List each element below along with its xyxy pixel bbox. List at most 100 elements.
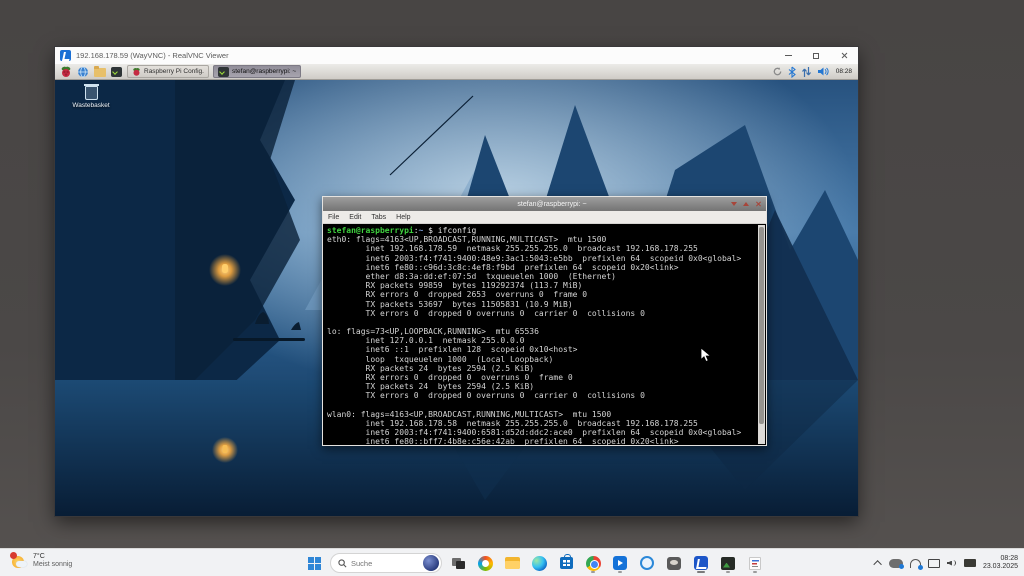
- realvnc-button[interactable]: [690, 552, 712, 574]
- terminal-scrollbar[interactable]: [758, 225, 765, 444]
- clock-date: 23.03.2025: [983, 563, 1018, 571]
- volume-icon[interactable]: [817, 66, 829, 77]
- edge-icon: [532, 556, 547, 571]
- bluetooth-icon[interactable]: [788, 66, 796, 78]
- blue-circle-app-icon: [640, 556, 654, 570]
- terminal-output-line: inet6 fe80::bff7:4b8e:c56e:42ab prefixle…: [327, 437, 756, 445]
- task-view-icon: [452, 558, 465, 569]
- file-manager-icon[interactable]: [93, 65, 106, 78]
- task-view-button[interactable]: [447, 552, 469, 574]
- gimp-icon: [667, 557, 681, 570]
- search-box[interactable]: [330, 553, 442, 573]
- display-icon[interactable]: [928, 559, 940, 568]
- prompt-command: $ ifconfig: [423, 226, 476, 235]
- terminal-prompt-line: stefan@raspberrypi:~ $ ifconfig: [327, 226, 756, 235]
- taskbar-task-terminal[interactable]: stefan@raspberrypi: ~: [213, 65, 301, 78]
- file-explorer-button[interactable]: [501, 552, 523, 574]
- editor-app-button[interactable]: [744, 552, 766, 574]
- battery-icon[interactable]: [964, 559, 976, 567]
- volume-icon[interactable]: [947, 559, 957, 568]
- terminal-icon[interactable]: [110, 65, 123, 78]
- pi-taskbar: Raspberry Pi Config. stefan@raspberrypi:…: [55, 64, 858, 80]
- chrome-icon: [586, 556, 601, 571]
- clock-time: 08:28: [983, 555, 1018, 563]
- mouse-cursor: [700, 347, 712, 363]
- updates-icon[interactable]: [772, 66, 783, 77]
- copilot-button[interactable]: [474, 552, 496, 574]
- hidden-icons-chevron[interactable]: [873, 560, 881, 568]
- editor-app-icon: [749, 557, 761, 570]
- terminal-output-line: inet6 2003:f4:f741:9400:6581:d52d:ddc2:a…: [327, 428, 756, 437]
- terminal-output-line: TX errors 0 dropped 0 overruns 0 carrier…: [327, 391, 756, 400]
- start-icon: [308, 557, 321, 570]
- terminal-output-line: [327, 401, 756, 410]
- pi-desktop: Wastebasket stefan@raspberrypi: ~ FileEd…: [55, 80, 858, 516]
- terminal-window: stefan@raspberrypi: ~ FileEditTabsHelp s…: [322, 196, 767, 446]
- close-icon[interactable]: [830, 47, 858, 64]
- chrome-button[interactable]: [582, 552, 604, 574]
- menu-item[interactable]: Tabs: [366, 214, 391, 221]
- terminal-titlebar[interactable]: stefan@raspberrypi: ~: [323, 197, 766, 211]
- terminal-output-line: ether d8:3a:dd:ef:07:5d txqueuelen 1000 …: [327, 272, 756, 281]
- minimize-icon[interactable]: [774, 47, 802, 64]
- taskbar-clock[interactable]: 08:28 23.03.2025: [983, 555, 1018, 571]
- desktop-icon-wastebasket[interactable]: Wastebasket: [69, 86, 113, 109]
- start-button[interactable]: [303, 552, 325, 574]
- maximize-icon[interactable]: [743, 202, 749, 206]
- terminal-body[interactable]: stefan@raspberrypi:~ $ ifconfig eth0: fl…: [323, 224, 766, 445]
- edge-button[interactable]: [528, 552, 550, 574]
- terminal-output-line: inet 192.168.178.58 netmask 255.255.255.…: [327, 419, 756, 428]
- vnc-titlebar[interactable]: 192.168.178.59 (WayVNC) - RealVNC Viewer: [55, 47, 858, 64]
- vnc-window-title: 192.168.178.59 (WayVNC) - RealVNC Viewer: [76, 51, 774, 60]
- network-arrows-icon[interactable]: [801, 66, 812, 78]
- realvnc-app-icon: [60, 50, 71, 61]
- terminal-output-line: [327, 318, 756, 327]
- onedrive-cloud-icon[interactable]: [889, 559, 903, 568]
- maximize-icon[interactable]: [802, 47, 830, 64]
- terminal-output-line: inet6 2003:f4:f741:9400:48e9:3ac1:5043:e…: [327, 254, 756, 263]
- raspberry-menu-icon[interactable]: [59, 65, 72, 78]
- copilot-icon: [478, 556, 493, 571]
- terminal-output-line: TX packets 24 bytes 2594 (2.5 KiB): [327, 382, 756, 391]
- task-label: stefan@raspberrypi: ~: [232, 68, 296, 75]
- close-icon[interactable]: [755, 201, 761, 207]
- browser-globe-icon[interactable]: [76, 65, 89, 78]
- terminal-output-line: loop txqueuelen 1000 (Local Loopback): [327, 355, 756, 364]
- dark-green-app-icon: [721, 557, 735, 570]
- search-input[interactable]: [351, 559, 419, 568]
- weather-condition: Meist sonnig: [33, 561, 72, 569]
- terminal-output-line: eth0: flags=4163<UP,BROADCAST,RUNNING,MU…: [327, 235, 756, 244]
- menu-item[interactable]: Edit: [344, 214, 366, 221]
- blue-media-app-button[interactable]: [609, 552, 631, 574]
- scrollbar-thumb[interactable]: [759, 227, 764, 424]
- menu-item[interactable]: Help: [391, 214, 415, 221]
- menu-item[interactable]: File: [323, 214, 344, 221]
- headset-icon[interactable]: [910, 559, 921, 568]
- weather-icon: [10, 552, 28, 570]
- windows-desktop: { "vnc_window": { "title": "192.168.178.…: [0, 0, 1024, 576]
- pi-clock[interactable]: 08:28: [834, 68, 854, 75]
- terminal-output-line: wlan0: flags=4163<UP,BROADCAST,RUNNING,M…: [327, 410, 756, 419]
- store-button[interactable]: [555, 552, 577, 574]
- dark-green-app-button[interactable]: [717, 552, 739, 574]
- search-icon: [338, 559, 347, 568]
- gimp-button[interactable]: [663, 552, 685, 574]
- blue-circle-app-button[interactable]: [636, 552, 658, 574]
- store-icon: [560, 557, 573, 569]
- realvnc-icon: [694, 556, 708, 570]
- minimize-icon[interactable]: [731, 202, 737, 206]
- terminal-output-line: inet 192.168.178.59 netmask 255.255.255.…: [327, 244, 756, 253]
- terminal-title: stefan@raspberrypi: ~: [373, 201, 731, 208]
- terminal-output-line: RX packets 24 bytes 2594 (2.5 KiB): [327, 364, 756, 373]
- terminal-output-line: lo: flags=73<UP,LOOPBACK,RUNNING> mtu 65…: [327, 327, 756, 336]
- terminal-output-line: RX errors 0 dropped 2653 overruns 0 fram…: [327, 290, 756, 299]
- pi-tray: 08:28: [772, 66, 854, 78]
- terminal-output-line: TX packets 53697 bytes 11505831 (10.9 Mi…: [327, 300, 756, 309]
- file-explorer-icon: [505, 557, 520, 569]
- terminal-output: stefan@raspberrypi:~ $ ifconfig eth0: fl…: [327, 226, 756, 445]
- weather-widget[interactable]: 7°C Meist sonnig: [10, 552, 72, 570]
- taskbar-task-raspi-config[interactable]: Raspberry Pi Config.: [127, 65, 209, 78]
- blue-media-app-icon: [613, 556, 627, 570]
- terminal-output-line: TX errors 0 dropped 0 overruns 0 carrier…: [327, 309, 756, 318]
- search-daily-image[interactable]: [423, 555, 439, 571]
